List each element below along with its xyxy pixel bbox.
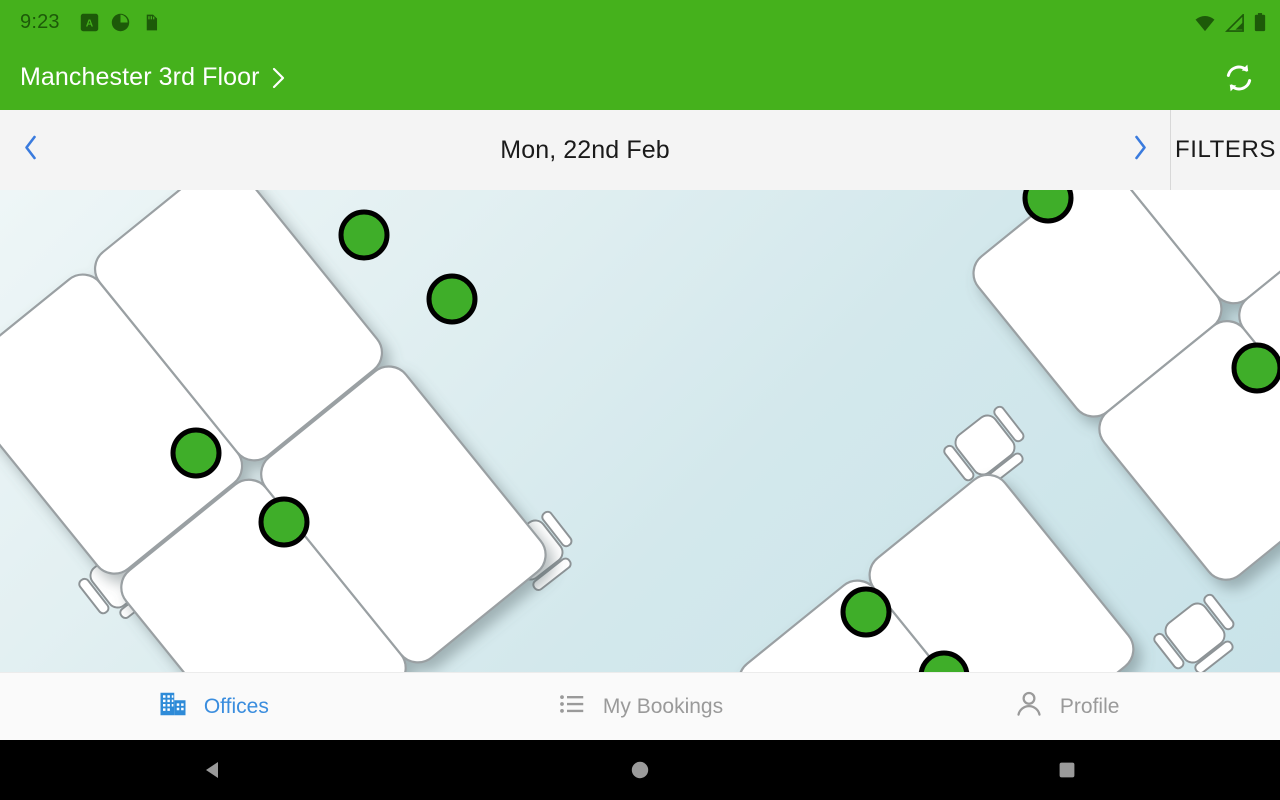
nav-item-my-bookings[interactable]: My Bookings [427, 673, 854, 740]
desk-marker-2[interactable] [426, 273, 478, 325]
status-bar: 9:23 A [0, 0, 1280, 45]
selected-date-label: Mon, 22nd Feb [500, 135, 670, 164]
prev-day-button[interactable] [0, 110, 60, 190]
recents-square-icon[interactable] [853, 758, 1280, 782]
chevron-right-icon[interactable] [271, 66, 287, 90]
home-circle-icon[interactable] [427, 758, 854, 782]
nav-label-offices: Offices [203, 694, 269, 718]
bottom-navigation: Offices My Bookings Profile [0, 672, 1280, 740]
chevron-right-icon [1132, 134, 1149, 166]
status-bar-right-icons [1194, 13, 1266, 32]
nav-label-my-bookings: My Bookings [602, 694, 724, 718]
back-triangle-icon[interactable] [0, 758, 427, 782]
page-title[interactable]: Manchester 3rd Floor [20, 63, 260, 92]
sd-card-icon [142, 13, 161, 32]
wifi-icon [1194, 14, 1216, 32]
desk-marker-6[interactable] [1231, 342, 1280, 394]
floor-plan-map[interactable] [0, 190, 1280, 672]
chevron-left-icon [22, 134, 39, 166]
filters-button[interactable]: FILTERS [1170, 110, 1280, 190]
status-bar-clock: 9:23 [20, 11, 60, 33]
svg-text:A: A [86, 18, 94, 29]
desk-marker-7[interactable] [840, 586, 892, 638]
date-navigation-bar: Mon, 22nd Feb FILTERS [0, 110, 1280, 190]
office-building-icon [158, 689, 188, 724]
desk-marker-4[interactable] [258, 496, 310, 548]
app-root: 9:23 A Manchester 3rd Floor Mon, 22nd Fe… [0, 0, 1280, 800]
next-day-button[interactable] [1110, 110, 1170, 190]
floor-plan-svg [0, 190, 1280, 672]
desk-cluster-bottom-right [737, 473, 1135, 672]
desk-marker-1[interactable] [338, 209, 390, 261]
refresh-sync-icon[interactable] [1216, 55, 1262, 101]
desk-cluster-left [0, 190, 547, 672]
desk-marker-5[interactable] [1022, 190, 1074, 224]
cellular-signal-icon [1225, 13, 1245, 32]
filters-button-label: FILTERS [1174, 136, 1277, 163]
selected-date-wrapper[interactable]: Mon, 22nd Feb [60, 110, 1110, 190]
desk-marker-3[interactable] [170, 427, 222, 479]
alarm-a-icon: A [80, 13, 99, 32]
app-bar: Manchester 3rd Floor [0, 45, 1280, 110]
nav-item-offices[interactable]: Offices [0, 673, 427, 740]
status-bar-left-icons: A [80, 13, 161, 32]
nav-label-profile: Profile [1059, 694, 1120, 718]
android-navigation-bar [0, 740, 1280, 800]
battery-icon [1254, 13, 1266, 32]
person-icon [1014, 689, 1044, 724]
nav-item-profile[interactable]: Profile [853, 673, 1280, 740]
pie-chart-icon [111, 13, 130, 32]
list-icon [557, 689, 587, 724]
